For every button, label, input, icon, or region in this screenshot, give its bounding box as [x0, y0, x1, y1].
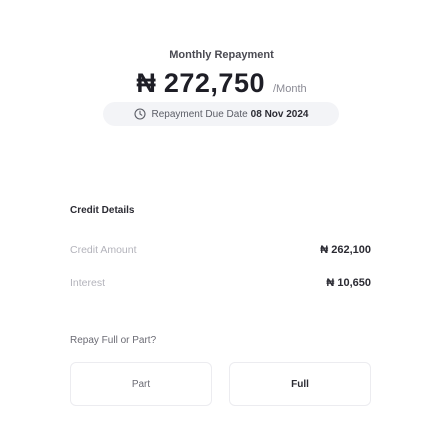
interest-label: Interest: [70, 277, 106, 289]
part-option-button[interactable]: Part: [70, 362, 212, 406]
credit-amount-label: Credit Amount: [70, 244, 137, 256]
loan-repayment-screen: Monthly Repayment ₦ 272,750 /Month Repay…: [0, 0, 443, 446]
credit-amount-value: ₦ 262,100: [320, 244, 371, 256]
monthly-repayment-title: Monthly Repayment: [169, 49, 274, 61]
full-option-button[interactable]: Full: [229, 362, 371, 406]
full-option-label: Full: [291, 378, 309, 390]
repayment-amount-row: ₦ 272,750 /Month: [0, 68, 443, 99]
interest-value: ₦ 10,650: [326, 277, 371, 289]
repay-question: Repay Full or Part?: [70, 335, 157, 346]
credit-details-title: Credit Details: [70, 205, 135, 216]
due-date-pill: Repayment Due Date 08 Nov 2024: [103, 102, 339, 126]
due-date-value: 08 Nov 2024: [250, 108, 309, 120]
clock-icon: [133, 108, 146, 120]
repayment-amount: 272,750: [163, 68, 265, 98]
part-option-label: Part: [131, 378, 151, 390]
repayment-period: /Month: [272, 83, 307, 95]
due-date-label: Repayment Due Date: [151, 108, 248, 120]
currency-symbol: ₦: [136, 68, 156, 98]
